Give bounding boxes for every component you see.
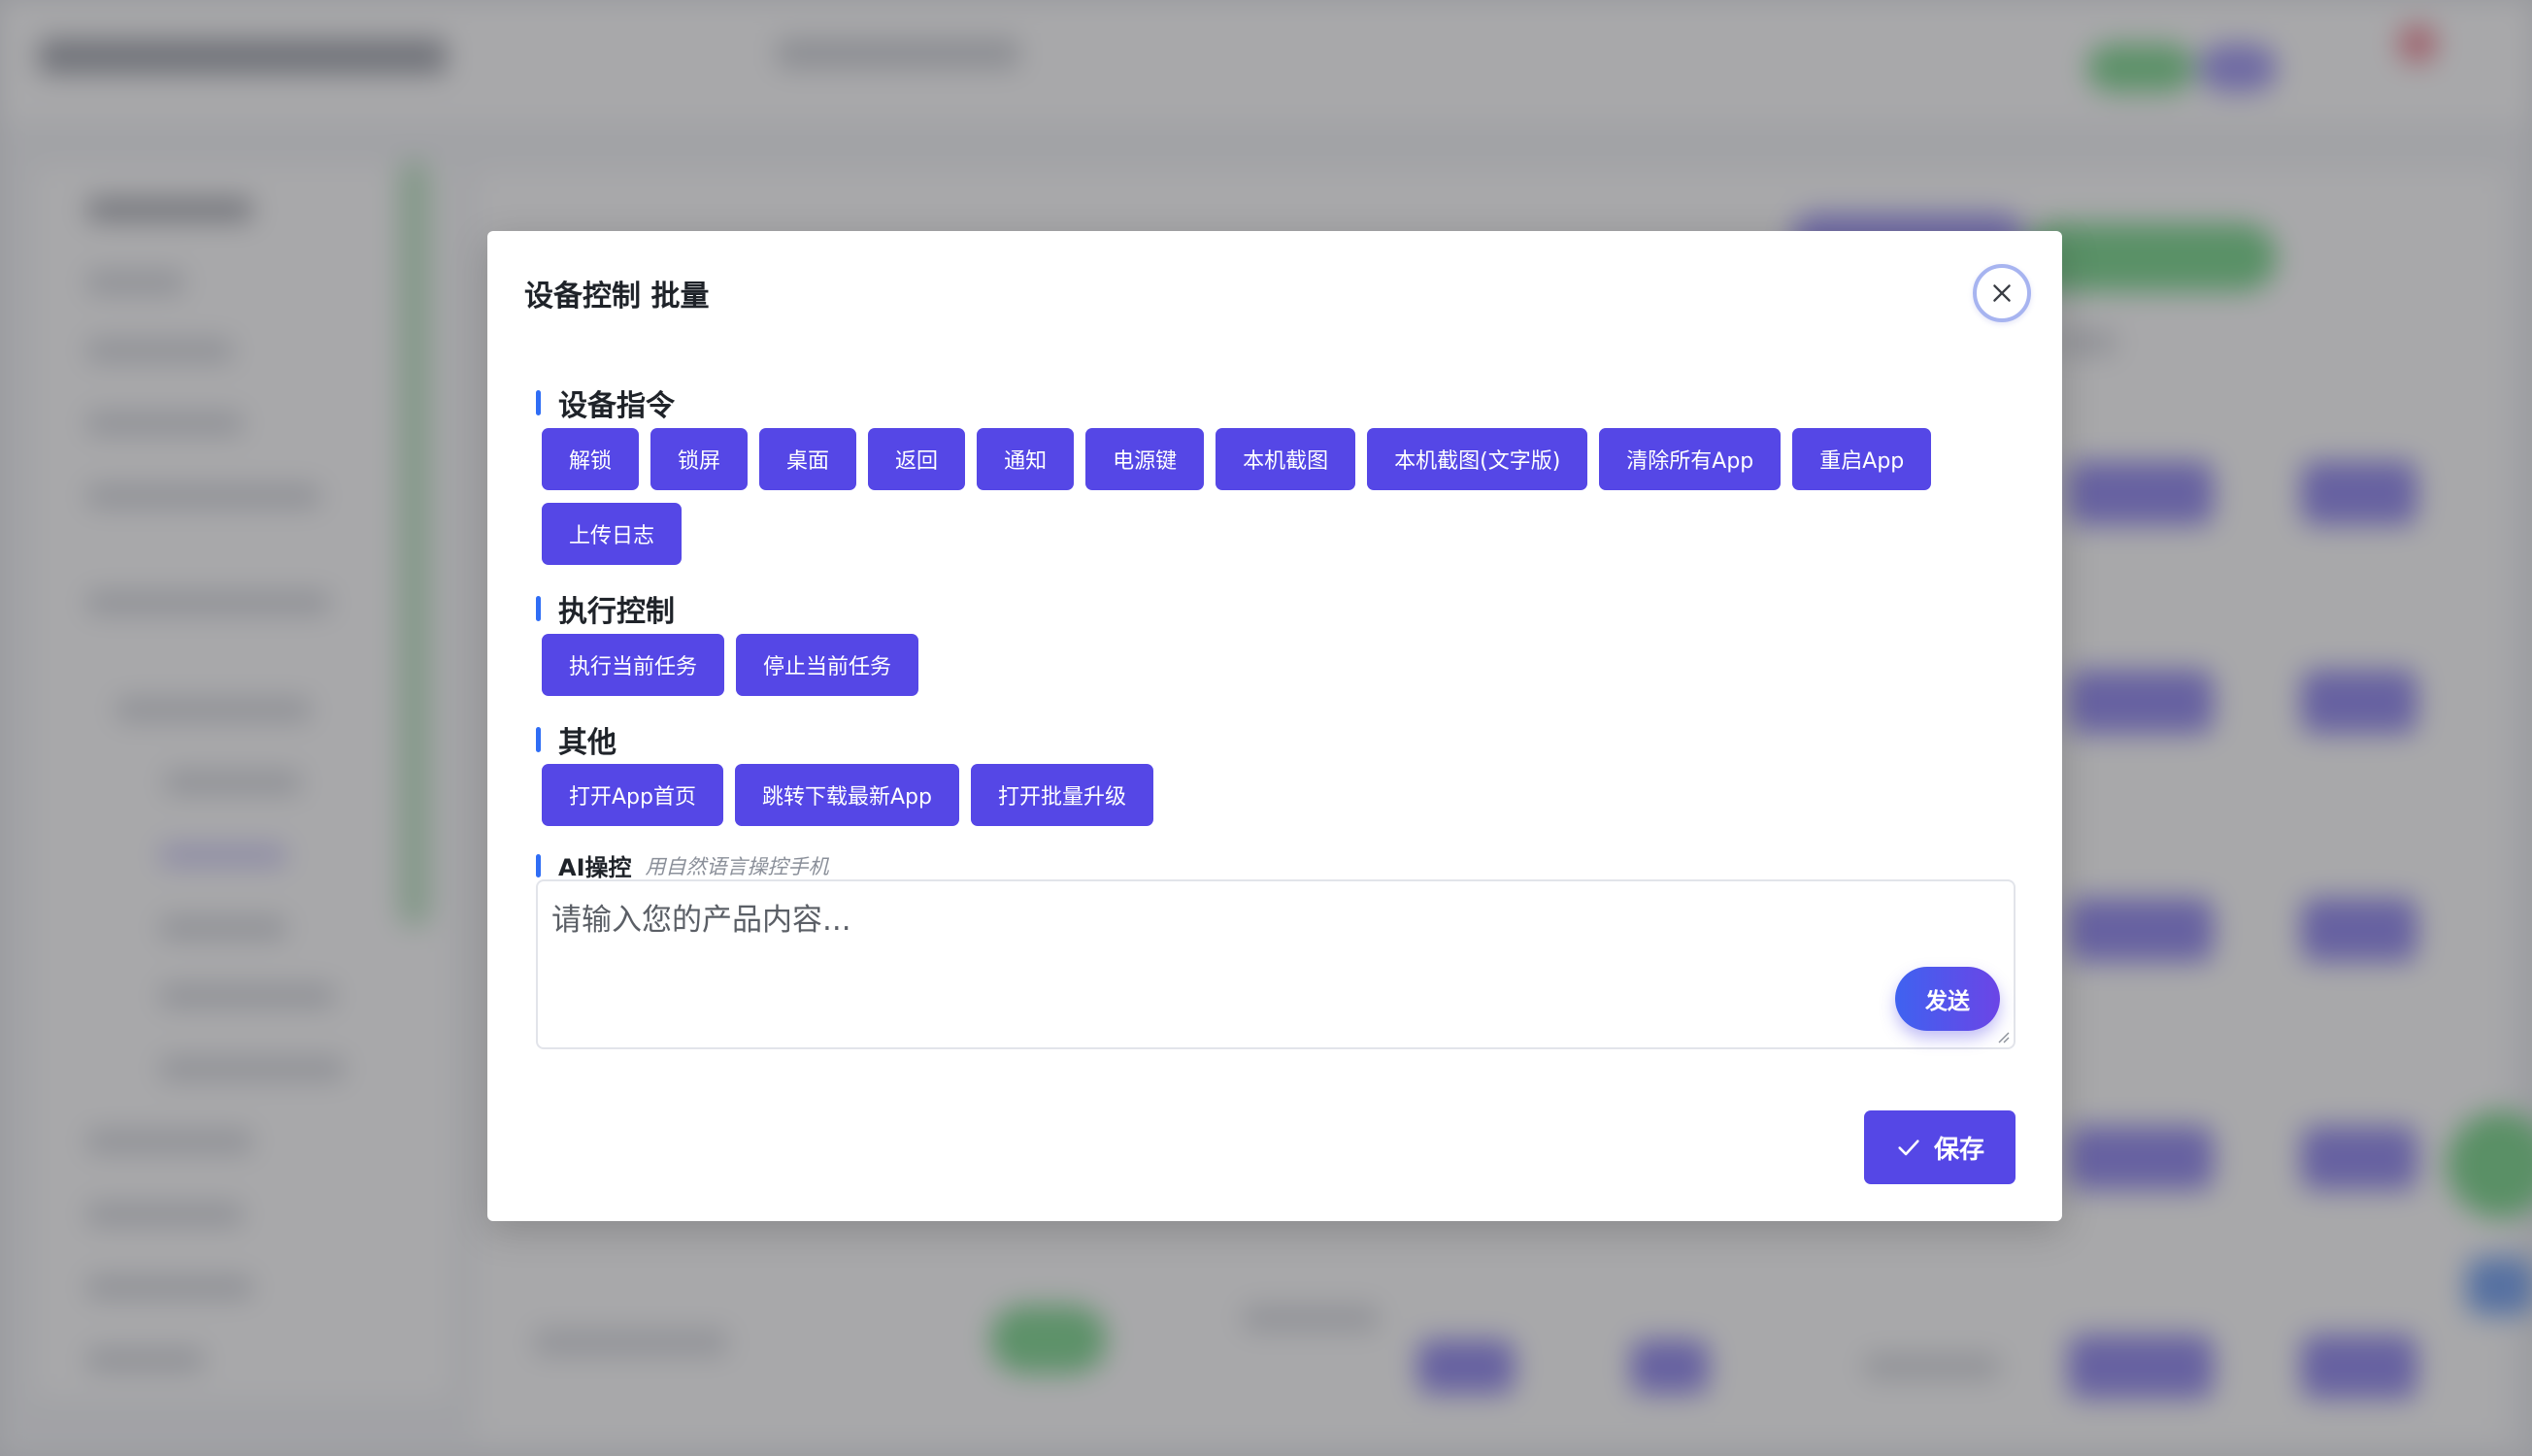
ai-prompt-placeholder: 请输入您的产品内容...: [551, 903, 851, 938]
device-command-button-3[interactable]: 桌面: [759, 428, 857, 490]
device-command-buttons: 解锁 锁屏 桌面 返回 通知 电源键 本机截图 本机截图(文字版) 清除所有App 重启App 上传…: [542, 428, 2027, 565]
section-other: 其他: [536, 718, 616, 761]
other-action-button-3[interactable]: 打开批量升级: [970, 764, 1153, 826]
device-command-button-2[interactable]: 锁屏: [650, 428, 749, 490]
section-execution-control: 执行控制: [536, 587, 675, 630]
device-control-dialog: 设备控制 批量 设备指令 解锁 锁屏 桌面 返回 通知 电源键 本机截图 本机截图(文字版) 清…: [487, 231, 2062, 1221]
save-button-label: 保存: [1933, 1135, 1984, 1165]
execution-control-button-1[interactable]: 执行当前任务: [542, 634, 725, 696]
device-command-button-1[interactable]: 解锁: [542, 428, 640, 490]
section-accent-bar: [536, 390, 541, 415]
execution-control-buttons: 执行当前任务 停止当前任务: [542, 634, 2027, 696]
close-button[interactable]: [1973, 264, 2031, 322]
device-command-button-8[interactable]: 本机截图(文字版): [1367, 428, 1588, 490]
device-command-button-11[interactable]: 上传日志: [542, 503, 683, 565]
check-icon: [1898, 1140, 1919, 1156]
save-button[interactable]: 保存: [1864, 1110, 2016, 1184]
section-ai-control: AI操控 用自然语言操控手机: [536, 848, 829, 882]
section-device-commands: 设备指令: [536, 381, 675, 424]
section-title: 执行控制: [558, 595, 675, 629]
other-action-button-2[interactable]: 跳转下载最新App: [734, 764, 959, 826]
device-command-button-6[interactable]: 电源键: [1085, 428, 1205, 490]
ai-prompt-textarea[interactable]: 请输入您的产品内容... 发送: [536, 879, 2016, 1049]
section-accent-bar: [536, 727, 541, 752]
section-accent-bar: [536, 853, 541, 877]
device-command-button-5[interactable]: 通知: [977, 428, 1075, 490]
device-command-button-10[interactable]: 重启App: [1792, 428, 1932, 490]
send-button[interactable]: 发送: [1895, 967, 2000, 1031]
device-command-button-7[interactable]: 本机截图: [1216, 428, 1356, 490]
section-title: 设备指令: [558, 389, 675, 423]
section-hint: 用自然语言操控手机: [645, 854, 829, 878]
other-buttons: 打开App首页 跳转下载最新App 打开批量升级: [542, 764, 2027, 826]
close-icon: [1993, 284, 2011, 302]
device-command-button-9[interactable]: 清除所有App: [1599, 428, 1782, 490]
dialog-title: 设备控制 批量: [524, 280, 710, 314]
section-accent-bar: [536, 596, 541, 621]
section-title: 其他: [558, 726, 616, 760]
device-command-button-4[interactable]: 返回: [868, 428, 966, 490]
execution-control-button-2[interactable]: 停止当前任务: [736, 634, 919, 696]
section-title: AI操控: [558, 854, 632, 881]
other-action-button-1[interactable]: 打开App首页: [542, 764, 723, 826]
resize-grip-icon[interactable]: [1996, 1030, 2010, 1043]
